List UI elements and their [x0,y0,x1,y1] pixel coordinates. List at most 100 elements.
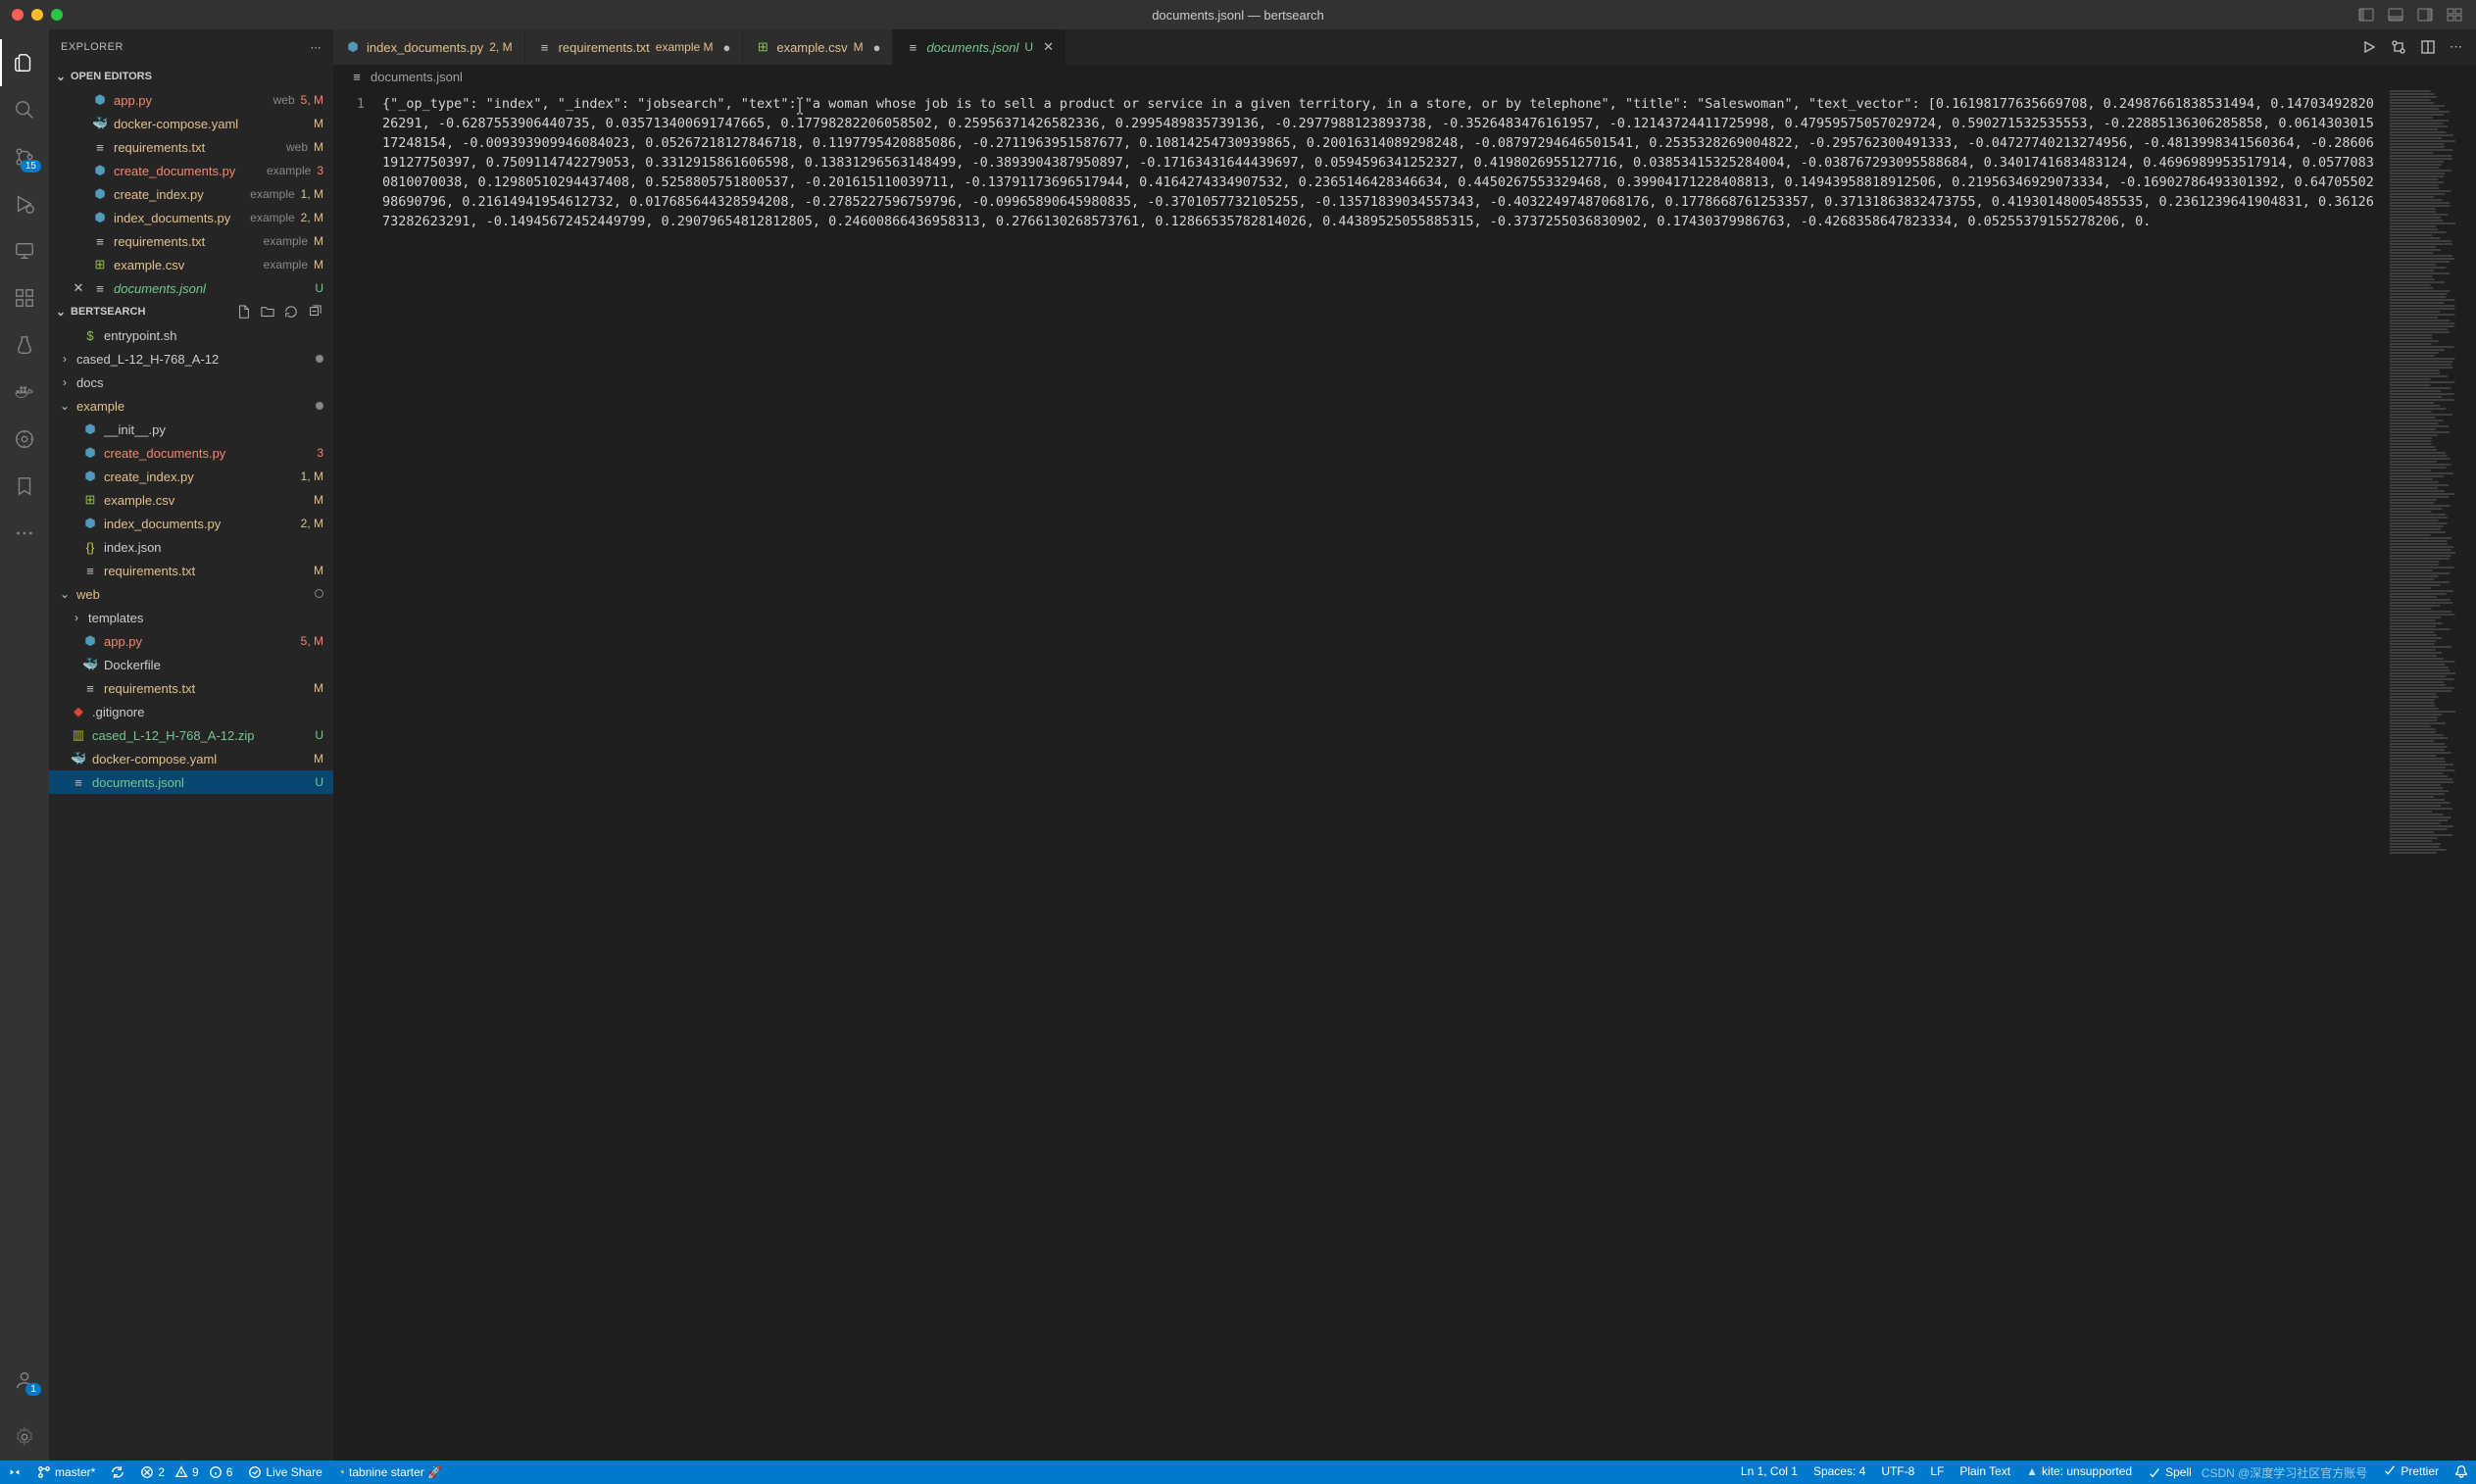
settings-gear-icon[interactable] [0,1413,49,1460]
close-window[interactable] [12,9,24,21]
close-icon[interactable]: ✕ [71,280,86,296]
source-control-icon[interactable]: 15 [0,133,49,180]
file-row[interactable]: {}index.json [49,535,333,559]
folder-row[interactable]: ›docs [49,371,333,394]
folder-row[interactable]: ⌄web [49,582,333,606]
sidebar-more-icon[interactable]: ⋯ [311,41,322,54]
language-mode[interactable]: Plain Text [1952,1464,2018,1478]
indentation[interactable]: Spaces: 4 [1806,1464,1873,1478]
more-views-icon[interactable] [0,510,49,557]
tabnine[interactable]: ◔ tabnine starter 🚀 [330,1465,450,1479]
run-debug-icon[interactable] [0,180,49,227]
split-editor-icon[interactable] [2420,39,2436,55]
folder-row[interactable]: ⌄example [49,394,333,418]
diff-icon[interactable] [2391,39,2406,55]
open-editor-item[interactable]: ⬢create_documents.py example3 [49,159,333,182]
open-editor-item[interactable]: ✕≡documents.jsonlU [49,276,333,300]
minimize-window[interactable] [31,9,43,21]
close-icon[interactable]: ✕ [1043,39,1054,55]
eol[interactable]: LF [1922,1464,1952,1478]
file-row[interactable]: 🐳Dockerfile [49,653,333,676]
git-branch[interactable]: master* [29,1465,103,1479]
file-icon: 🐳 [71,751,86,767]
file-icon: ⬢ [345,39,361,55]
file-row[interactable]: $entrypoint.sh [49,323,333,347]
live-share[interactable]: Live Share [240,1465,329,1479]
sync-icon[interactable] [103,1465,132,1479]
maximize-window[interactable] [51,9,63,21]
file-row[interactable]: ⬢create_documents.py3 [49,441,333,465]
editor-tab[interactable]: ≡documents.jsonl U✕ [893,29,1066,65]
editor-tab[interactable]: ⬢index_documents.py 2, M [333,29,525,65]
folder-row[interactable]: ›cased_L-12_H-768_A-12 [49,347,333,371]
modified-dot-icon [316,355,323,363]
extensions-icon[interactable] [0,274,49,322]
file-row[interactable]: ⬢index_documents.py2, M [49,512,333,535]
open-editor-item[interactable]: ⬢app.py web5, M [49,88,333,112]
customize-layout-icon[interactable] [2447,7,2462,23]
file-status: U [315,281,323,295]
file-row[interactable]: ◆.gitignore [49,700,333,723]
file-row[interactable]: ⬢__init__.py [49,418,333,441]
file-row[interactable]: ≡requirements.txtM [49,559,333,582]
file-icon: 🐳 [82,657,98,672]
file-row[interactable]: ≡documents.jsonlU [49,770,333,794]
breadcrumb[interactable]: ≡ documents.jsonl [333,65,2476,88]
sidebar: EXPLORER ⋯ ⌄ OPEN EDITORS ⬢app.py web5, … [49,29,333,1460]
testing-icon[interactable] [0,322,49,369]
open-editor-item[interactable]: ≡requirements.txt exampleM [49,229,333,253]
open-editors-header[interactable]: ⌄ OPEN EDITORS [49,65,333,88]
search-icon[interactable] [0,86,49,133]
open-editor-item[interactable]: ⬢create_index.py example1, M [49,182,333,206]
explorer-icon[interactable] [0,39,49,86]
spell-check[interactable]: SpellCSDN @深度学习社区官方账号 [2140,1464,2375,1481]
toggle-primary-sidebar-icon[interactable] [2358,7,2374,23]
code-content[interactable]: {"_op_type": "index", "_index": "jobsear… [382,88,2388,1460]
toggle-panel-icon[interactable] [2388,7,2403,23]
open-editors-list: ⬢app.py web5, M🐳docker-compose.yamlM≡req… [49,88,333,300]
open-editor-item[interactable]: ⊞example.csv exampleM [49,253,333,276]
notifications-icon[interactable] [2447,1464,2476,1478]
file-row[interactable]: ≡requirements.txtM [49,676,333,700]
file-status: M [314,234,323,248]
minimap[interactable] [2388,88,2476,1460]
file-row[interactable]: 🐳docker-compose.yamlM [49,747,333,770]
open-editor-item[interactable]: ≡requirements.txt webM [49,135,333,159]
project-tree: $entrypoint.sh›cased_L-12_H-768_A-12›doc… [49,323,333,1460]
open-editor-item[interactable]: 🐳docker-compose.yamlM [49,112,333,135]
open-editor-item[interactable]: ⬢index_documents.py example2, M [49,206,333,229]
remote-explorer-icon[interactable] [0,227,49,274]
accounts-icon[interactable]: 1 [0,1357,49,1404]
refresh-icon[interactable] [284,305,298,319]
problems[interactable]: 2 9 6 [132,1465,240,1479]
file-row[interactable]: ▥cased_L-12_H-768_A-12.zipU [49,723,333,747]
new-folder-icon[interactable] [261,305,274,319]
project-header[interactable]: ⌄ BERTSEARCH [49,300,333,323]
file-icon: ▥ [71,727,86,743]
docker-icon[interactable] [0,369,49,416]
titlebar: documents.jsonl — bertsearch [0,0,2476,29]
folder-row[interactable]: ›templates [49,606,333,629]
new-file-icon[interactable] [237,305,251,319]
file-name: create_index.py [104,470,295,484]
editor-tab[interactable]: ≡requirements.txt example M● [525,29,744,65]
encoding[interactable]: UTF-8 [1873,1464,1922,1478]
file-name: app.py [104,634,295,649]
cursor-position[interactable]: Ln 1, Col 1 [1733,1464,1806,1478]
toggle-secondary-sidebar-icon[interactable] [2417,7,2433,23]
editor-tab[interactable]: ⊞example.csv M● [743,29,893,65]
file-row[interactable]: ⊞example.csvM [49,488,333,512]
bookmarks-icon[interactable] [0,463,49,510]
file-status: M [314,564,323,577]
kite-status[interactable]: ▲ kite: unsupported [2018,1464,2140,1478]
collapse-all-icon[interactable] [308,305,322,319]
file-row[interactable]: ⬢create_index.py1, M [49,465,333,488]
prettier[interactable]: Prettier [2375,1464,2447,1478]
gitlens-icon[interactable] [0,416,49,463]
file-name: __init__.py [104,422,323,437]
run-icon[interactable] [2361,39,2377,55]
remote-indicator[interactable] [0,1465,29,1479]
file-row[interactable]: ⬢app.py5, M [49,629,333,653]
more-actions-icon[interactable]: ⋯ [2450,39,2462,55]
file-icon: ⬢ [82,516,98,531]
